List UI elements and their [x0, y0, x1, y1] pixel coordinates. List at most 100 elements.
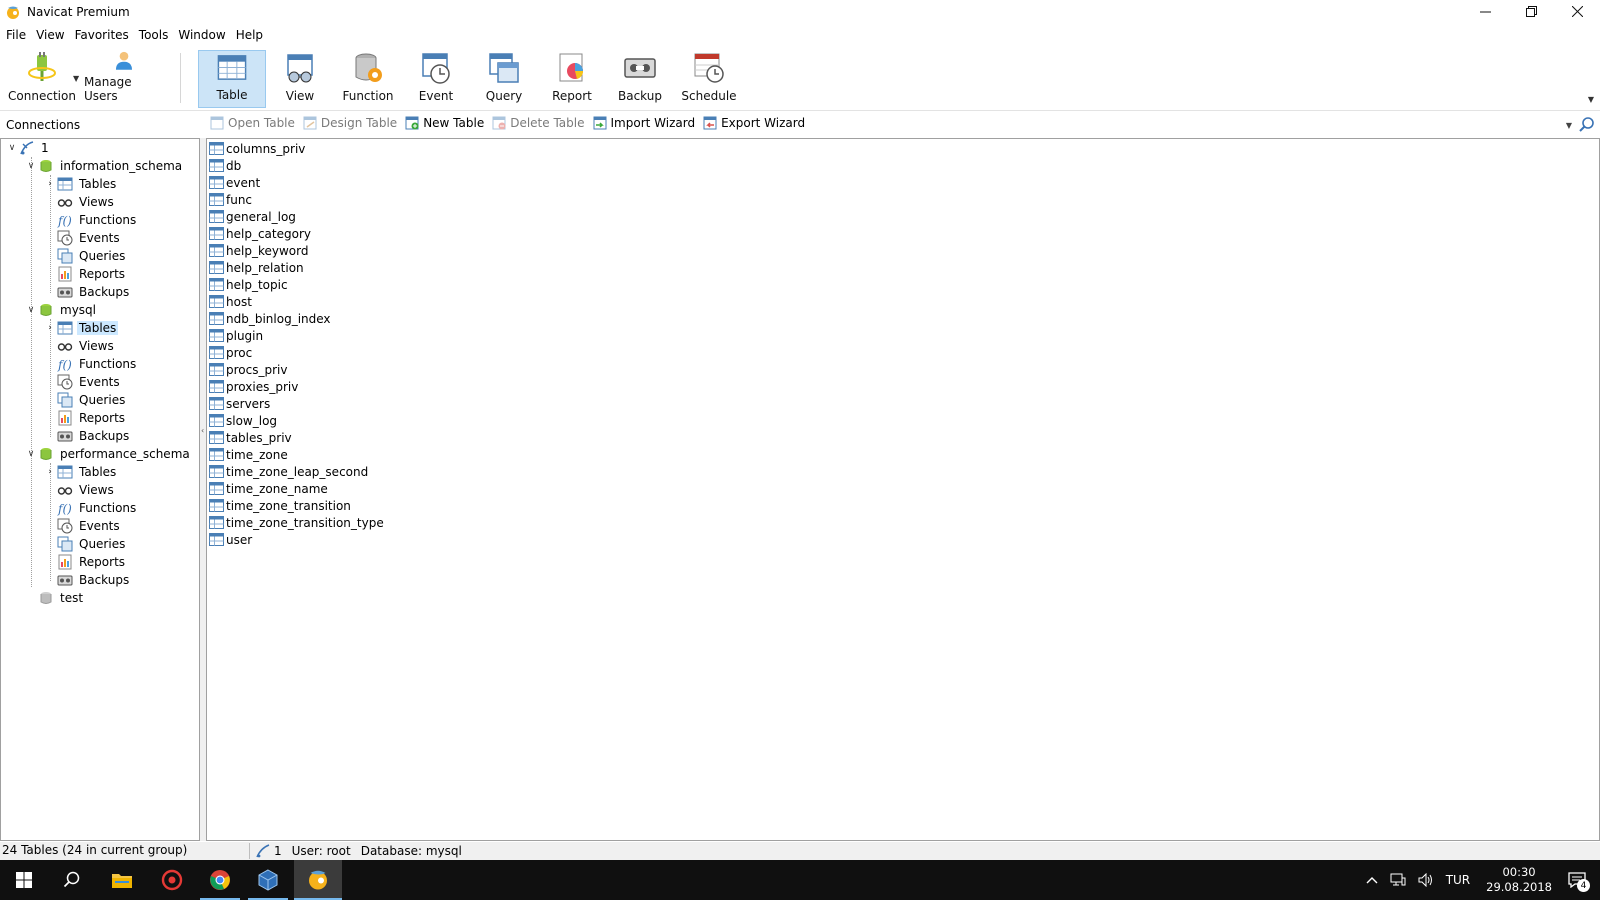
expand-chevron-icon[interactable]: › [43, 467, 57, 477]
tree-db-information-schema[interactable]: ∨ information_schema [24, 157, 184, 175]
network-icon[interactable] [1390, 873, 1406, 887]
tree-item-views[interactable]: Views [57, 337, 116, 355]
taskbar-file-explorer[interactable] [98, 860, 146, 900]
taskbar-chrome[interactable] [196, 860, 244, 900]
collapse-pane-arrow-icon[interactable]: ‹ [201, 426, 204, 435]
taskbar-search-button[interactable] [48, 860, 96, 900]
tree-item-reports[interactable]: Reports [57, 265, 127, 283]
event-button[interactable]: Event [406, 50, 466, 108]
tree-item-functions[interactable]: f() Functions [57, 211, 138, 229]
report-button[interactable]: Report [542, 50, 602, 108]
delete-table-button[interactable]: Delete Table [492, 116, 585, 130]
collapse-chevron-icon[interactable]: ∨ [24, 161, 38, 171]
query-button[interactable]: Query [474, 50, 534, 108]
tree-item-events[interactable]: Events [57, 229, 122, 247]
table-item[interactable]: proxies_priv [209, 378, 298, 395]
restore-button[interactable] [1508, 0, 1554, 23]
tree-item-backups[interactable]: Backups [57, 427, 131, 445]
table-item[interactable]: time_zone_transition_type [209, 514, 384, 531]
tree-item-events[interactable]: Events [57, 517, 122, 535]
table-button[interactable]: Table [198, 50, 266, 108]
design-table-button[interactable]: Design Table [303, 116, 397, 130]
table-item[interactable]: plugin [209, 327, 263, 344]
clock[interactable]: 00:30 29.08.2018 [1486, 865, 1552, 895]
taskbar-app-red[interactable] [148, 860, 196, 900]
table-item[interactable]: time_zone_leap_second [209, 463, 368, 480]
tree-item-tables[interactable]: › Tables [43, 463, 118, 481]
tree-item-views[interactable]: Views [57, 193, 116, 211]
expand-chevron-icon[interactable]: › [43, 179, 57, 189]
manage-users-button[interactable]: Manage Users [84, 50, 164, 108]
open-table-button[interactable]: Open Table [210, 116, 295, 130]
table-item[interactable]: time_zone_name [209, 480, 328, 497]
tree-item-reports[interactable]: Reports [57, 409, 127, 427]
table-item[interactable]: event [209, 174, 260, 191]
search-icon[interactable] [1578, 116, 1596, 134]
export-wizard-button[interactable]: Export Wizard [703, 116, 805, 130]
table-item[interactable]: db [209, 157, 241, 174]
close-button[interactable] [1554, 0, 1600, 23]
expand-chevron-icon[interactable]: › [43, 323, 57, 333]
menu-view[interactable]: View [32, 28, 68, 42]
tree-item-backups[interactable]: Backups [57, 283, 131, 301]
tree-item-tables[interactable]: › Tables [43, 175, 118, 193]
tree-item-backups[interactable]: Backups [57, 571, 131, 589]
taskbar-virtualbox[interactable] [244, 860, 292, 900]
table-item[interactable]: servers [209, 395, 270, 412]
table-item[interactable]: help_relation [209, 259, 304, 276]
connection-dropdown-arrow-icon[interactable]: ▼ [73, 74, 79, 83]
table-item[interactable]: columns_priv [209, 140, 305, 157]
collapse-chevron-icon[interactable]: ∨ [24, 305, 38, 315]
function-button[interactable]: Function [336, 50, 400, 108]
import-wizard-button[interactable]: Import Wizard [593, 116, 695, 130]
notification-center-button[interactable]: 4 [1568, 872, 1590, 892]
table-item[interactable]: func [209, 191, 252, 208]
tree-item-queries[interactable]: Queries [57, 535, 127, 553]
tree-item-queries[interactable]: Queries [57, 247, 127, 265]
table-item[interactable]: help_topic [209, 276, 288, 293]
table-item[interactable]: ndb_binlog_index [209, 310, 331, 327]
minimize-button[interactable] [1462, 0, 1508, 23]
tree-db-test[interactable]: test [24, 589, 85, 607]
tree-item-functions[interactable]: f() Functions [57, 499, 138, 517]
tree-db-performance-schema[interactable]: ∨ performance_schema [24, 445, 192, 463]
table-item[interactable]: time_zone_transition [209, 497, 351, 514]
tray-chevron-up-icon[interactable] [1366, 876, 1378, 884]
tree-connection-1[interactable]: ∨ 1 [5, 139, 51, 157]
table-item[interactable]: tables_priv [209, 429, 292, 446]
object-toolbar-overflow-icon[interactable]: ▼ [1566, 121, 1572, 130]
table-item[interactable]: slow_log [209, 412, 277, 429]
start-button[interactable] [0, 860, 48, 900]
table-item[interactable]: host [209, 293, 252, 310]
schedule-button[interactable]: Schedule [676, 50, 742, 108]
backup-button[interactable]: Backup [610, 50, 670, 108]
view-button[interactable]: View [270, 50, 330, 108]
toolbar-overflow-chevron-icon[interactable]: ▼ [1588, 95, 1594, 104]
new-table-button[interactable]: New Table [405, 116, 484, 130]
menu-file[interactable]: File [2, 28, 30, 42]
table-item[interactable]: time_zone [209, 446, 288, 463]
menu-window[interactable]: Window [174, 28, 229, 42]
tree-item-views[interactable]: Views [57, 481, 116, 499]
menu-tools[interactable]: Tools [135, 28, 173, 42]
connection-button[interactable]: Connection [6, 50, 78, 108]
tree-item-reports[interactable]: Reports [57, 553, 127, 571]
tree-item-tables-selected[interactable]: › Tables [43, 319, 119, 337]
collapse-chevron-icon[interactable]: ∨ [5, 143, 19, 153]
table-item[interactable]: help_keyword [209, 242, 308, 259]
tree-item-events[interactable]: Events [57, 373, 122, 391]
table-item[interactable]: help_category [209, 225, 311, 242]
input-language[interactable]: TUR [1446, 873, 1470, 887]
taskbar-navicat[interactable] [294, 860, 342, 900]
collapse-chevron-icon[interactable]: ∨ [24, 449, 38, 459]
table-item[interactable]: user [209, 531, 252, 548]
menu-help[interactable]: Help [232, 28, 267, 42]
table-item[interactable]: procs_priv [209, 361, 287, 378]
volume-icon[interactable] [1418, 873, 1434, 887]
tree-item-queries[interactable]: Queries [57, 391, 127, 409]
table-item[interactable]: general_log [209, 208, 296, 225]
tree-db-mysql[interactable]: ∨ mysql [24, 301, 98, 319]
table-item[interactable]: proc [209, 344, 252, 361]
tree-item-functions[interactable]: f() Functions [57, 355, 138, 373]
menu-favorites[interactable]: Favorites [71, 28, 133, 42]
